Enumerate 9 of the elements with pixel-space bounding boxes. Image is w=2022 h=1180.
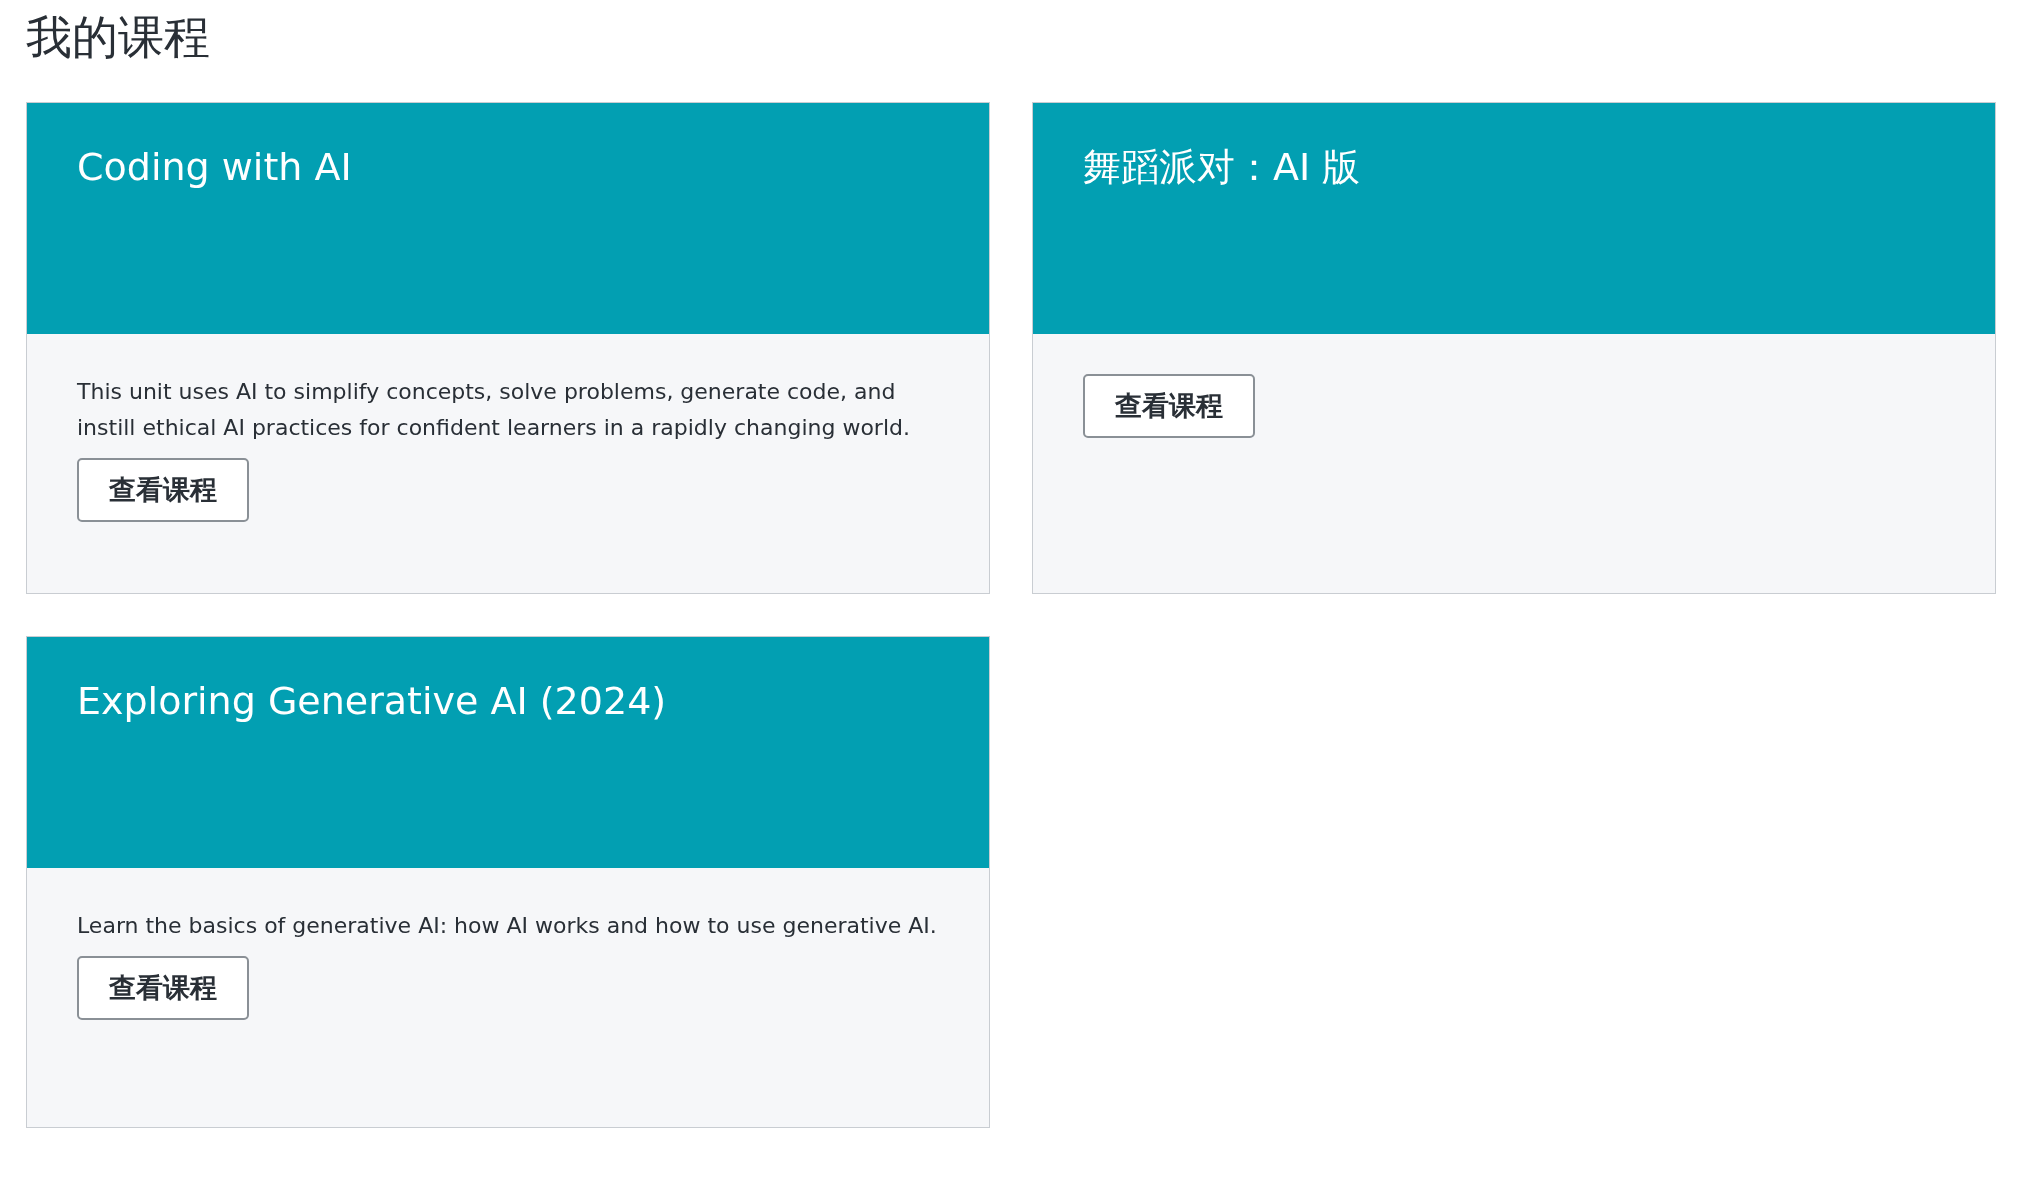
course-description: This unit uses AI to simplify concepts, solve problems, generate code, and instill ethical AI practices for confident learners in a rapidly changing world. xyxy=(77,377,911,442)
course-title: Coding with AI xyxy=(77,143,353,191)
course-title: 舞蹈派对：AI 版 xyxy=(1083,143,1362,191)
view-course-button[interactable]: 查看课程 xyxy=(77,457,249,523)
view-course-button[interactable]: 查看课程 xyxy=(1083,373,1255,439)
page-title: 我的课程 xyxy=(26,9,211,66)
view-course-button[interactable]: 查看课程 xyxy=(77,955,249,1021)
course-description: Learn the basics of generative AI: how AI works and how to use generative AI. xyxy=(77,911,938,940)
course-title: Exploring Generative AI (2024) xyxy=(77,677,668,725)
